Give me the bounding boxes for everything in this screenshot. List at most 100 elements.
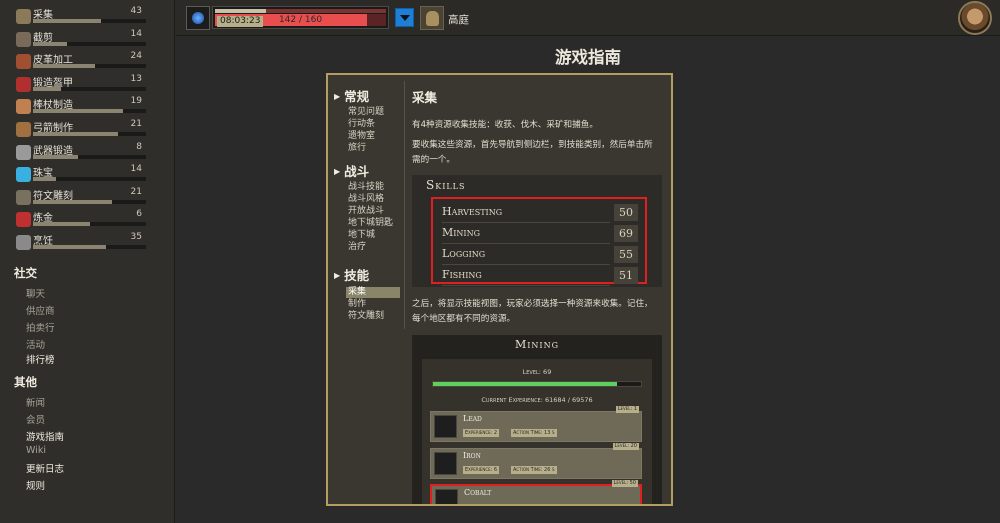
toc-section-skills[interactable]: ▶ 技能 xyxy=(334,265,369,284)
nav-vendor[interactable]: 供应商 xyxy=(26,303,55,317)
ore-icon xyxy=(434,452,457,475)
sidebar-skill-row[interactable]: 珠宝 14 xyxy=(0,163,175,186)
skill-row-logging: Logging 55 xyxy=(442,245,638,265)
paragraph-instructions: 要收集这些资源，首先导航到侧边栏，到技能类别，然后单击所需的一个。 xyxy=(412,140,653,165)
skill-level: 21 xyxy=(130,186,142,197)
nav-leaderboard[interactable]: 排行榜 xyxy=(26,352,55,366)
location-icon[interactable] xyxy=(420,6,444,30)
sidebar-skill-row[interactable]: 弓箭制作 21 xyxy=(0,118,175,141)
triangle-right-icon: ▶ xyxy=(334,167,341,176)
skill-level: 19 xyxy=(130,96,142,107)
toc-item-gathering[interactable]: 采集 xyxy=(346,287,400,298)
skill-progress-fill xyxy=(33,64,96,69)
skill-progress-fill xyxy=(33,244,107,249)
triangle-right-icon: ▶ xyxy=(334,92,341,101)
mining-exp-fill xyxy=(433,382,618,386)
ore-icon xyxy=(435,489,458,504)
sidebar-skill-row[interactable]: 锻造盔甲 13 xyxy=(0,73,175,96)
alchemy-icon xyxy=(16,212,31,228)
skills-highlight-box: Harvesting 50 Mining 69 Logging 55 Fishing 5… xyxy=(431,197,647,286)
nav-auction-house[interactable]: 拍卖行 xyxy=(26,320,55,334)
toc-item-combat-skills[interactable]: 战斗技能 xyxy=(346,182,384,193)
skill-level: 43 xyxy=(130,6,142,16)
nav-chat[interactable]: 聊天 xyxy=(26,286,45,300)
sidebar-skill-row[interactable]: 炼金 6 xyxy=(0,208,175,231)
toc-section-combat[interactable]: ▶ 战斗 xyxy=(334,161,369,180)
mining-example-image: Mining Level: 69 Current Experience: 616… xyxy=(412,335,662,504)
toc-section-general[interactable]: ▶ 常规 xyxy=(334,86,369,105)
sidebar-skill-row[interactable]: 截剪 14 xyxy=(0,28,175,51)
avatar[interactable] xyxy=(958,1,992,35)
toc-item-healing[interactable]: 治疗 xyxy=(346,242,366,253)
skill-progress-bar xyxy=(33,41,146,46)
action-timer: 08:03:23 xyxy=(217,16,264,27)
health-bar: 142 / 160 08:03:23 xyxy=(212,6,389,29)
mining-image-title: Mining xyxy=(515,338,559,351)
mining-exp-text: Current Experience: 61684 / 69576 xyxy=(481,396,593,404)
skill-progress-bar xyxy=(33,199,146,204)
nav-changelog[interactable]: 更新日志 xyxy=(26,461,64,475)
skill-row-mining: Mining 69 xyxy=(442,224,638,244)
sidebar-skill-row[interactable]: 皮革加工 24 xyxy=(0,50,175,73)
resource-iron: Iron Experience: 6 Action Time: 26 s Lev… xyxy=(430,443,642,479)
paragraph-intro: 有4种资源收集技能：收获、伐木、采矿和捕鱼。 xyxy=(412,120,598,130)
page-title: 游戏指南 xyxy=(555,48,621,67)
skill-progress-bar xyxy=(33,109,146,114)
skill-progress-fill xyxy=(33,199,113,204)
mining-level-text: Level: 69 xyxy=(522,368,552,376)
nav-events[interactable]: 活动 xyxy=(26,337,45,351)
sidebar-skill-row[interactable]: 烹饪 35 xyxy=(0,231,175,254)
paragraph-skill-view: 之后，将显示技能视图，玩家必须选择一种资源来收集。记住，每个地区都有不同的资源。 xyxy=(412,299,653,324)
skill-progress-bar xyxy=(33,19,146,23)
toc-item-action-bar[interactable]: 行动条 xyxy=(346,119,375,130)
cooking-icon xyxy=(16,234,31,250)
skill-progress-bar xyxy=(33,177,146,182)
skill-progress-bar xyxy=(33,154,146,159)
top-bar: 142 / 160 08:03:23 高庭 xyxy=(176,0,1000,36)
skill-level: 14 xyxy=(130,164,142,175)
location-name: 高庭 xyxy=(448,14,469,26)
skill-progress-fill xyxy=(33,131,118,136)
jewelcrafting-icon xyxy=(16,167,31,183)
toc-item-rune-carving[interactable]: 符文雕刻 xyxy=(346,311,384,322)
toc-item-travel[interactable]: 旅行 xyxy=(346,143,366,154)
sidebar-skill-row[interactable]: 武器锻造 8 xyxy=(0,141,175,164)
skill-progress-fill xyxy=(33,86,62,91)
sidebar: 采集 43 截剪 14 皮革加工 24 锻造盔甲 13 棒杖制造 19 弓箭制作 21 武器锻造 8 珠宝 1… xyxy=(0,0,175,523)
skill-level: 8 xyxy=(136,141,142,152)
skill-progress-bar xyxy=(33,131,146,136)
skill-level: 21 xyxy=(130,118,142,129)
armorsmithing-icon xyxy=(16,76,31,92)
skill-level: 6 xyxy=(136,209,142,220)
skill-progress-bar xyxy=(33,64,146,69)
skill-progress-bar xyxy=(33,244,146,249)
skill-level: 13 xyxy=(130,73,142,84)
sidebar-skill-row[interactable]: 棒杖制造 19 xyxy=(0,95,175,118)
nav-membership[interactable]: 会员 xyxy=(26,412,45,426)
chevron-down-icon[interactable] xyxy=(395,8,414,27)
skill-list: 采集 43 截剪 14 皮革加工 24 锻造盔甲 13 棒杖制造 19 弓箭制作 21 武器锻造 8 珠宝 1… xyxy=(0,5,175,254)
skill-level: 24 xyxy=(130,51,142,62)
sidebar-skill-row[interactable]: 采集 43 xyxy=(0,5,175,28)
toc-item-relic-room[interactable]: 遗物室 xyxy=(346,131,375,142)
nav-wiki[interactable]: Wiki xyxy=(26,445,46,456)
toc-item-faq[interactable]: 常见问题 xyxy=(346,107,384,118)
skill-row-fishing: Fishing 51 xyxy=(442,266,638,286)
skill-progress-fill xyxy=(33,154,79,159)
triangle-right-icon: ▶ xyxy=(334,271,341,280)
toc-item-open-combat[interactable]: 开放战斗 xyxy=(346,206,384,217)
toc-item-crafting[interactable]: 制作 xyxy=(346,299,366,310)
skill-progress-fill xyxy=(33,109,124,114)
toc-item-combat-styles[interactable]: 战斗风格 xyxy=(346,194,384,205)
content-title: 采集 xyxy=(412,90,438,105)
bowcrafting-icon xyxy=(16,121,31,137)
nav-game-guide[interactable]: 游戏指南 xyxy=(26,429,64,443)
nav-news[interactable]: 新闻 xyxy=(26,395,45,409)
nav-rules[interactable]: 规则 xyxy=(26,478,45,492)
sidebar-skill-row[interactable]: 符文雕刻 21 xyxy=(0,186,175,209)
skill-level: 35 xyxy=(130,231,142,242)
equipped-tool-slot[interactable] xyxy=(186,6,210,30)
toc-item-dungeon-keys[interactable]: 地下城钥匙 xyxy=(346,218,393,229)
leatherworking-icon xyxy=(16,54,31,70)
toc-item-dungeons[interactable]: 地下城 xyxy=(346,230,375,241)
